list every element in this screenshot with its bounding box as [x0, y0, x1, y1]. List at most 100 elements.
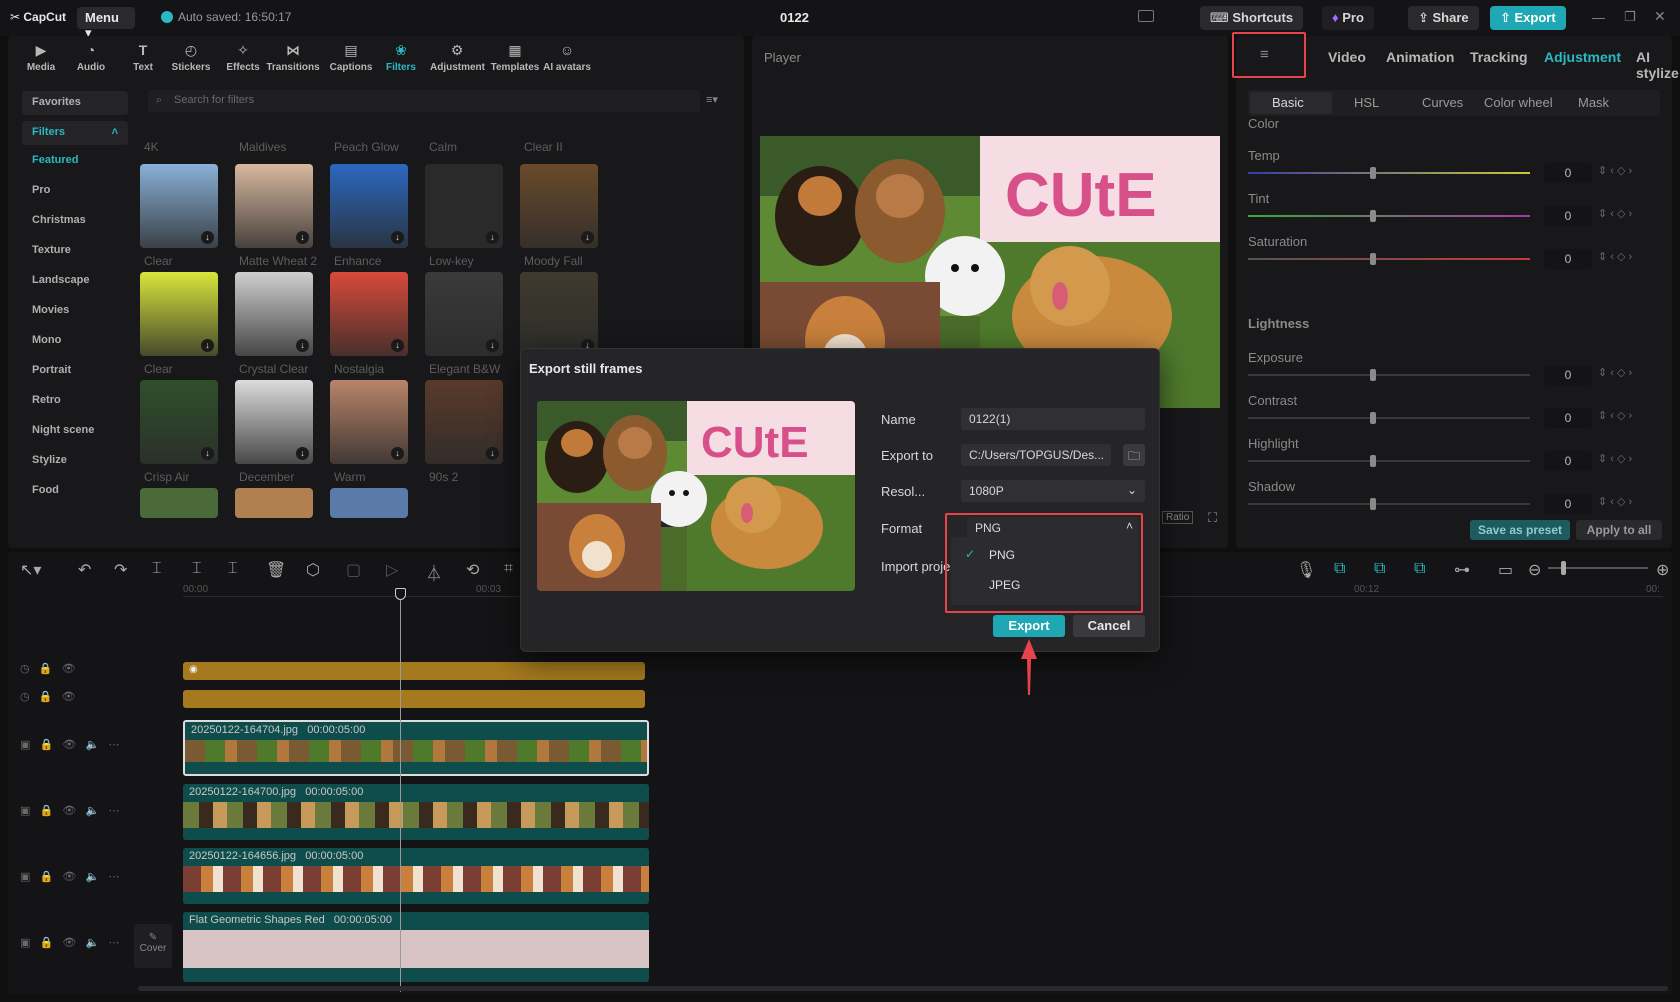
slider-track-temp[interactable] [1248, 172, 1530, 174]
tool-audio[interactable]: ◔ Audio [64, 40, 118, 73]
zoom-out-icon[interactable]: ⊖ [1528, 560, 1544, 579]
ratio-button[interactable]: Ratio [1162, 511, 1194, 524]
cover-button[interactable]: ✎ Cover [134, 924, 172, 968]
subtab-curves[interactable]: Curves [1422, 95, 1463, 110]
tool-templates[interactable]: ▦ Templates [488, 40, 542, 73]
slider-track-shadow[interactable] [1248, 503, 1530, 505]
tool-captions[interactable]: ▤ Captions [324, 40, 378, 73]
download-icon[interactable]: ↓ [486, 231, 499, 244]
slider-knob-saturation[interactable] [1370, 253, 1376, 265]
subtab-mask[interactable]: Mask [1578, 95, 1609, 110]
zoom-in-icon[interactable]: ⊕ [1656, 560, 1672, 579]
minimize-icon[interactable]: — [1592, 10, 1605, 25]
export-path-input[interactable]: C:/Users/TOPGUS/Des... [961, 444, 1111, 466]
layout-icon[interactable] [1138, 10, 1154, 22]
download-icon[interactable]: ↓ [486, 447, 499, 460]
tab-video[interactable]: Video [1328, 49, 1366, 65]
slider-track-contrast[interactable] [1248, 417, 1530, 419]
keyframe-icon[interactable]: ⇕ ‹ ◇ › [1598, 495, 1632, 508]
zoom-knob[interactable] [1561, 561, 1566, 575]
freeze-icon[interactable]: ▢ [346, 560, 362, 579]
track-controls-2[interactable]: ◷ 🔒 👁 [20, 690, 76, 703]
slider-track-exposure[interactable] [1248, 374, 1530, 376]
linkage-icon[interactable]: ⧉ [1414, 560, 1430, 577]
tool-media[interactable]: ▶ Media [14, 40, 68, 73]
slider-value-shadow[interactable]: 0 [1544, 494, 1592, 514]
export-top-button[interactable]: ⇧ Export [1490, 6, 1566, 30]
download-icon[interactable]: ↓ [201, 231, 214, 244]
shortcuts-button[interactable]: ⌨ Shortcuts [1200, 6, 1304, 30]
track-controls-1[interactable]: ◷ 🔒 👁 [20, 662, 76, 675]
tool-transitions[interactable]: ⋈ Transitions [266, 40, 320, 73]
split-left-icon[interactable]: ⌶ [192, 560, 208, 577]
keyframe-icon[interactable]: ⇕ ‹ ◇ › [1598, 409, 1632, 422]
track-controls-4[interactable]: ▣ 🔒 👁 🔈 ⋯ [20, 804, 119, 817]
tool-filters[interactable]: ❀ Filters [374, 40, 428, 73]
split-icon[interactable]: ⌶ [152, 560, 168, 577]
resolution-select[interactable]: 1080P ⌄ [961, 480, 1145, 502]
slider-knob-contrast[interactable] [1370, 412, 1376, 424]
filter-thumb[interactable]: ↓ [140, 272, 218, 356]
download-icon[interactable]: ↓ [201, 339, 214, 352]
tool-stickers[interactable]: ◴ Stickers [164, 40, 218, 73]
slider-track-highlight[interactable] [1248, 460, 1530, 462]
video-clip-1[interactable]: 20250122-164704.jpg 00:00:05:00 [183, 720, 649, 776]
rotate-icon[interactable]: ⟲ [466, 560, 482, 579]
subtab-color-wheel[interactable]: Color wheel [1484, 95, 1553, 110]
slider-knob-tint[interactable] [1370, 210, 1376, 222]
filter-thumb[interactable] [140, 488, 218, 518]
video-clip-2[interactable]: 20250122-164700.jpg 00:00:05:00 [183, 784, 649, 840]
apply-to-all-button[interactable]: Apply to all [1576, 520, 1662, 540]
folder-icon[interactable]: 🗀 [1123, 444, 1145, 466]
download-icon[interactable]: ↓ [296, 231, 309, 244]
download-icon[interactable]: ↓ [201, 447, 214, 460]
keyframe-icon[interactable]: ⇕ ‹ ◇ › [1598, 366, 1632, 379]
playhead[interactable] [400, 592, 401, 992]
slider-knob-temp[interactable] [1370, 167, 1376, 179]
filter-thumb[interactable]: ↓ [520, 164, 598, 248]
tab-animation[interactable]: Animation [1386, 49, 1454, 65]
slider-knob-highlight[interactable] [1370, 455, 1376, 467]
menu-button[interactable]: Menu ▾ [77, 7, 135, 40]
subtab-basic[interactable]: Basic [1272, 95, 1304, 110]
download-icon[interactable]: ↓ [391, 339, 404, 352]
track-controls-3[interactable]: ▣ 🔒 👁 🔈 ⋯ [20, 738, 119, 751]
download-icon[interactable]: ↓ [391, 447, 404, 460]
filter-thumb[interactable]: ↓ [425, 272, 503, 356]
filter-thumb[interactable]: ↓ [235, 164, 313, 248]
filter-thumb[interactable] [235, 488, 313, 518]
crop-icon[interactable]: ⌗ [504, 560, 520, 577]
filter-thumb[interactable]: ↓ [330, 164, 408, 248]
filter-thumb[interactable]: ↓ [330, 272, 408, 356]
select-tool-icon[interactable]: ↖▾ [20, 560, 41, 579]
slider-track-tint[interactable] [1248, 215, 1530, 217]
restore-icon[interactable]: ❐ [1624, 9, 1636, 25]
cancel-button[interactable]: Cancel [1073, 615, 1145, 637]
pro-button[interactable]: ♦ Pro [1322, 6, 1374, 30]
play-icon[interactable]: ▷ [386, 560, 402, 579]
tool-text[interactable]: T Text [116, 40, 170, 73]
filter-thumb[interactable]: ↓ [235, 380, 313, 464]
tab-ai-stylize[interactable]: AI stylize [1636, 49, 1679, 81]
preview-axis-icon[interactable]: ⊶ [1454, 560, 1470, 579]
slider-knob-shadow[interactable] [1370, 498, 1376, 510]
download-icon[interactable]: ↓ [296, 339, 309, 352]
share-button[interactable]: ⇪ Share [1408, 6, 1479, 30]
filter-thumb[interactable]: ↓ [425, 164, 503, 248]
track-controls-6[interactable]: ▣ 🔒 👁 🔈 ⋯ [20, 936, 119, 949]
fit-icon[interactable]: ▭ [1498, 560, 1514, 579]
mark-icon[interactable]: ⬡ [306, 560, 322, 579]
link-main-icon[interactable]: ⧉ [1334, 560, 1350, 577]
keyframe-icon[interactable]: ⇕ ‹ ◇ › [1598, 164, 1632, 177]
download-icon[interactable]: ↓ [486, 339, 499, 352]
filter-thumb[interactable]: ↓ [235, 272, 313, 356]
slider-value-tint[interactable]: 0 [1544, 206, 1592, 226]
keyframe-icon[interactable]: ⇕ ‹ ◇ › [1598, 207, 1632, 220]
slider-value-saturation[interactable]: 0 [1544, 249, 1592, 269]
video-clip-3[interactable]: 20250122-164656.jpg 00:00:05:00 [183, 848, 649, 904]
tool-ai-avatars[interactable]: ☺ AI avatars [540, 40, 594, 73]
keyframe-icon[interactable]: ⇕ ‹ ◇ › [1598, 250, 1632, 263]
filter-thumb[interactable]: ↓ [520, 272, 598, 356]
magnet-icon[interactable]: ⧉ [1374, 560, 1390, 577]
tab-adjustment[interactable]: Adjustment [1544, 49, 1621, 65]
